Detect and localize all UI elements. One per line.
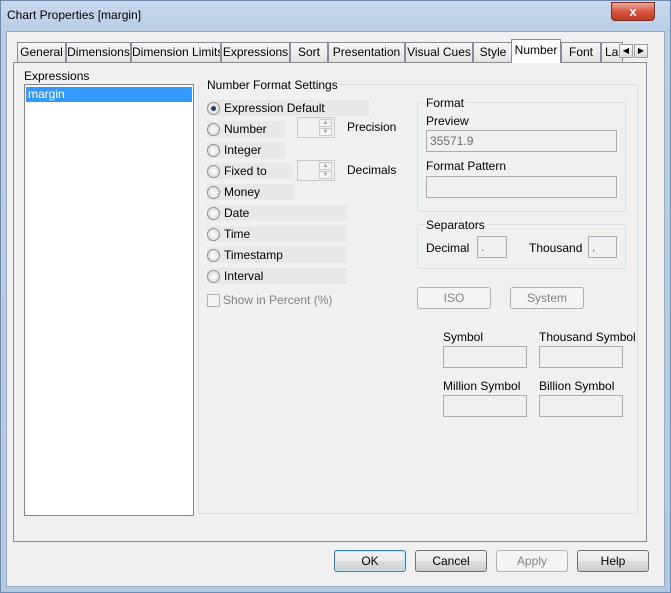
- billion-symbol-label: Billion Symbol: [539, 379, 615, 393]
- separators-group-title: Separators: [424, 218, 487, 232]
- thousand-separator-field[interactable]: ,: [588, 236, 617, 258]
- thousand-symbol-field[interactable]: [539, 346, 623, 368]
- radio-indicator[interactable]: [207, 165, 220, 178]
- dialog-client: General Dimensions Dimension Limits Expr…: [6, 31, 665, 587]
- radio-label: Money: [224, 185, 261, 199]
- tab-scroll-left-icon[interactable]: ◀: [619, 44, 633, 58]
- tab-dimension-limits[interactable]: Dimension Limits: [131, 42, 221, 62]
- radio-indicator[interactable]: [207, 144, 220, 157]
- radio-indicator[interactable]: [207, 228, 220, 241]
- decimals-label: Decimals: [347, 163, 397, 177]
- radio-label: Integer: [224, 143, 262, 157]
- spin-up-icon[interactable]: ▲: [319, 119, 332, 127]
- show-in-percent-label: Show in Percent (%): [223, 293, 333, 307]
- radio-label: Expression Default: [224, 101, 325, 115]
- tab-expressions[interactable]: Expressions: [221, 42, 290, 62]
- radio-indicator[interactable]: [207, 102, 220, 115]
- billion-symbol-field[interactable]: [539, 395, 623, 417]
- decimal-separator-label: Decimal: [426, 241, 470, 255]
- radio-label: Time: [224, 227, 251, 241]
- million-symbol-label: Million Symbol: [443, 379, 521, 393]
- tab-sort[interactable]: Sort: [290, 42, 328, 62]
- radio-indicator[interactable]: [207, 249, 220, 262]
- apply-button[interactable]: Apply: [496, 550, 568, 572]
- radio-label: Timestamp: [224, 248, 283, 262]
- decimal-separator-field[interactable]: .: [477, 236, 507, 258]
- format-group-title: Format: [424, 96, 467, 110]
- expressions-label: Expressions: [24, 69, 90, 83]
- help-button[interactable]: Help: [577, 550, 649, 572]
- number-format-settings-title: Number Format Settings: [205, 78, 340, 92]
- tab-number[interactable]: Number: [511, 39, 561, 63]
- radio-label: Fixed to: [224, 164, 267, 178]
- precision-label: Precision: [347, 120, 397, 134]
- radio-indicator[interactable]: [207, 186, 220, 199]
- tab-general[interactable]: General: [17, 42, 66, 62]
- tab-visual-cues[interactable]: Visual Cues: [405, 42, 473, 62]
- close-button[interactable]: x: [611, 2, 655, 21]
- symbol-label: Symbol: [443, 330, 484, 344]
- thousand-symbol-label: Thousand Symbol: [539, 330, 636, 344]
- decimals-spinner[interactable]: ▲ ▼: [297, 160, 335, 181]
- ok-button[interactable]: OK: [334, 550, 406, 572]
- format-group: Format Preview 35571.9 Format Pattern: [417, 96, 626, 212]
- spin-up-icon[interactable]: ▲: [319, 162, 332, 170]
- format-pattern-field[interactable]: [426, 176, 617, 198]
- number-settings-box: Number Format Settings Expression Defaul…: [198, 78, 638, 514]
- spin-down-icon[interactable]: ▼: [319, 171, 332, 179]
- separators-group: Separators Decimal . Thousand ,: [417, 218, 626, 269]
- cancel-button[interactable]: Cancel: [415, 550, 487, 572]
- expression-item-margin[interactable]: margin: [26, 87, 192, 102]
- spin-down-icon[interactable]: ▼: [319, 128, 332, 136]
- precision-spinner[interactable]: ▲ ▼: [297, 117, 335, 138]
- radio-indicator[interactable]: [207, 270, 220, 283]
- tab-font[interactable]: Font: [561, 42, 601, 62]
- preview-field[interactable]: 35571.9: [426, 130, 617, 152]
- expressions-list[interactable]: margin: [24, 84, 194, 516]
- thousand-separator-label: Thousand: [529, 241, 583, 255]
- title-bar[interactable]: Chart Properties [margin] x: [1, 1, 670, 31]
- tab-scroll-right-icon[interactable]: ▶: [634, 44, 648, 58]
- format-pattern-label: Format Pattern: [426, 159, 507, 173]
- radio-indicator[interactable]: [207, 123, 220, 136]
- preview-label: Preview: [426, 114, 469, 128]
- window-title: Chart Properties [margin]: [7, 8, 142, 22]
- radio-label: Date: [224, 206, 250, 220]
- radio-indicator[interactable]: [207, 207, 220, 220]
- tab-strip: General Dimensions Dimension Limits Expr…: [15, 39, 648, 63]
- radio-label: Number: [224, 122, 267, 136]
- system-button[interactable]: System: [510, 287, 584, 309]
- close-icon: x: [629, 4, 637, 19]
- tab-style[interactable]: Style: [473, 42, 513, 62]
- radio-label: Interval: [224, 269, 264, 283]
- symbol-field[interactable]: [443, 346, 527, 368]
- number-tab-panel: Expressions margin Number Format Setting…: [13, 62, 647, 542]
- iso-button[interactable]: ISO: [417, 287, 491, 309]
- million-symbol-field[interactable]: [443, 395, 527, 417]
- show-in-percent-checkbox[interactable]: [207, 294, 220, 307]
- tab-presentation[interactable]: Presentation: [328, 42, 405, 62]
- dialog-window: Chart Properties [margin] x General Dime…: [0, 0, 671, 593]
- tab-dimensions[interactable]: Dimensions: [66, 42, 131, 62]
